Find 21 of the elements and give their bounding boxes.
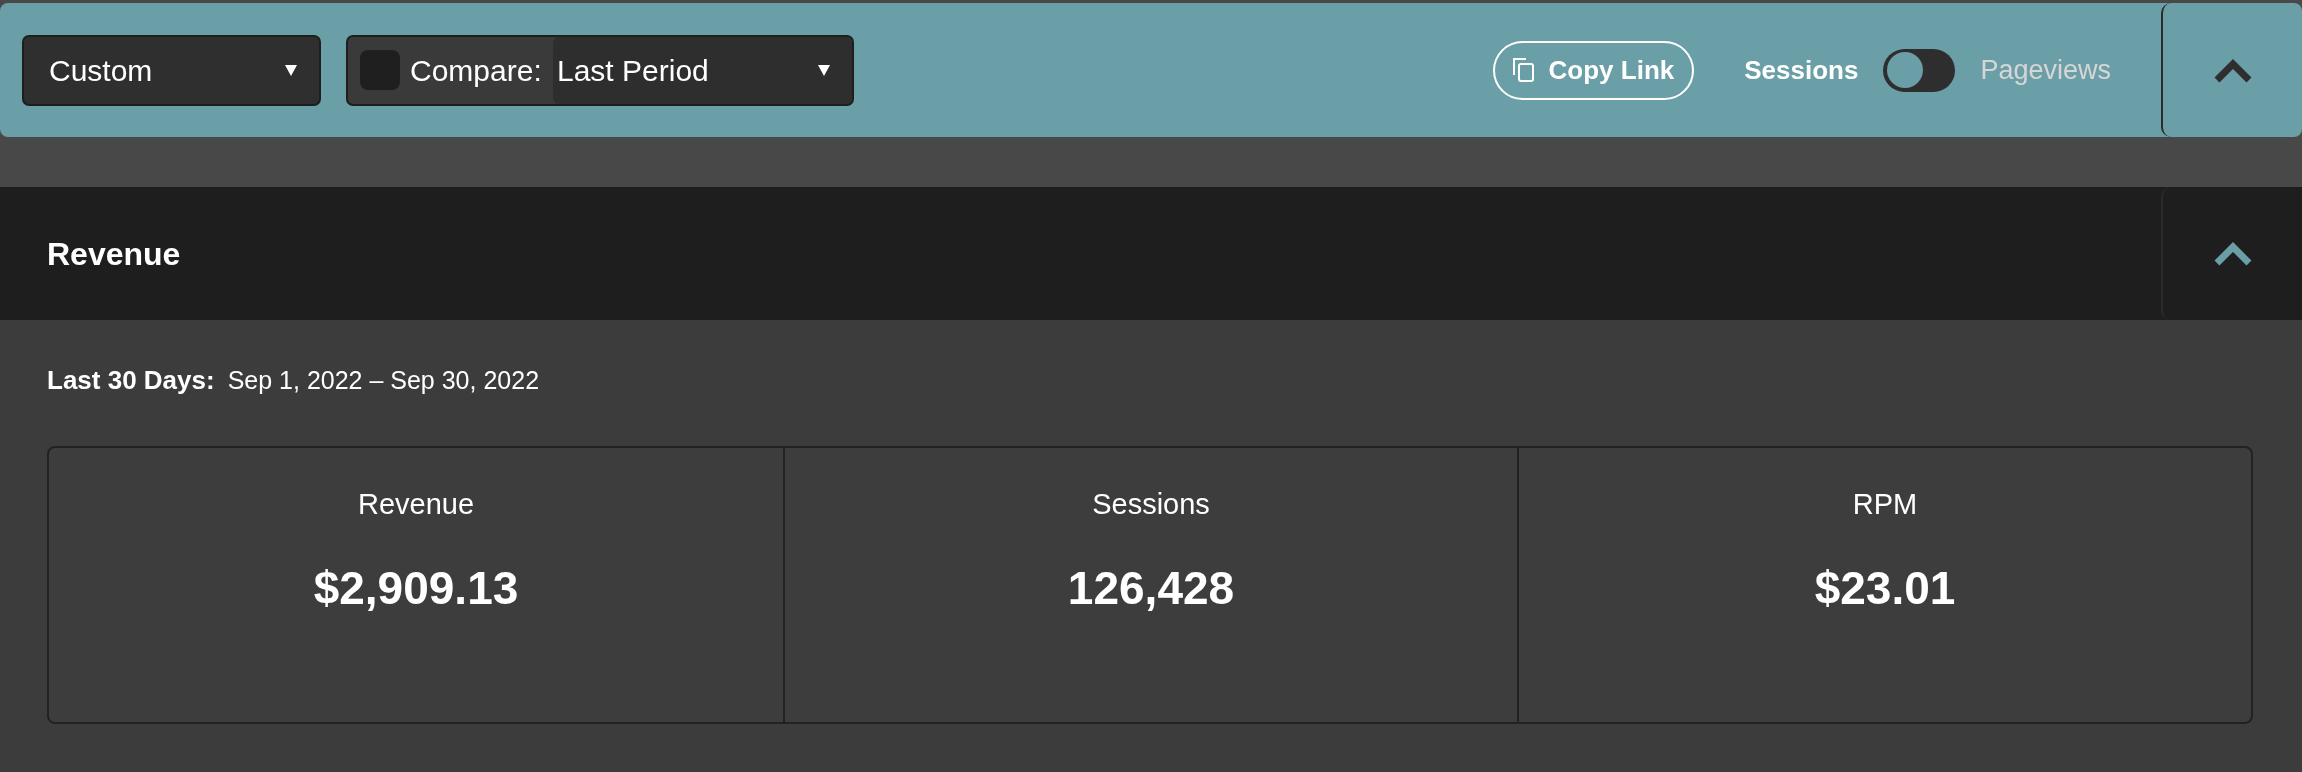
metric-toggle[interactable] bbox=[1883, 48, 1956, 92]
caret-icon bbox=[818, 64, 830, 76]
caret-icon bbox=[285, 64, 297, 76]
metric-value: $2,909.13 bbox=[313, 561, 519, 616]
copy-icon bbox=[1512, 58, 1535, 82]
period-label: Last 30 Days: bbox=[47, 364, 215, 396]
toggle-label[interactable]: Pageviews bbox=[1980, 49, 2111, 91]
copy-link-button[interactable]: Copy Link bbox=[1492, 40, 1695, 100]
compare-checkbox[interactable] bbox=[360, 50, 400, 90]
metric-label: RPM bbox=[1852, 487, 1918, 522]
metric-label: Revenue bbox=[357, 487, 475, 522]
metric-value: $23.01 bbox=[1814, 561, 1956, 616]
period-select[interactable]: Last Period bbox=[553, 36, 852, 104]
date-range-dropdown[interactable]: Custom bbox=[22, 34, 321, 106]
section-title: Revenue bbox=[47, 234, 181, 274]
toggle-knob[interactable] bbox=[1887, 52, 1924, 88]
toggle-label[interactable]: Sessions bbox=[1744, 50, 1859, 90]
metric-value: 126,428 bbox=[1067, 561, 1235, 616]
date-range-text: Sep 1, 2022 – Sep 30, 2022 bbox=[227, 365, 540, 396]
metric-label: Sessions bbox=[1092, 487, 1210, 522]
compare-label: Compare: bbox=[410, 52, 542, 89]
